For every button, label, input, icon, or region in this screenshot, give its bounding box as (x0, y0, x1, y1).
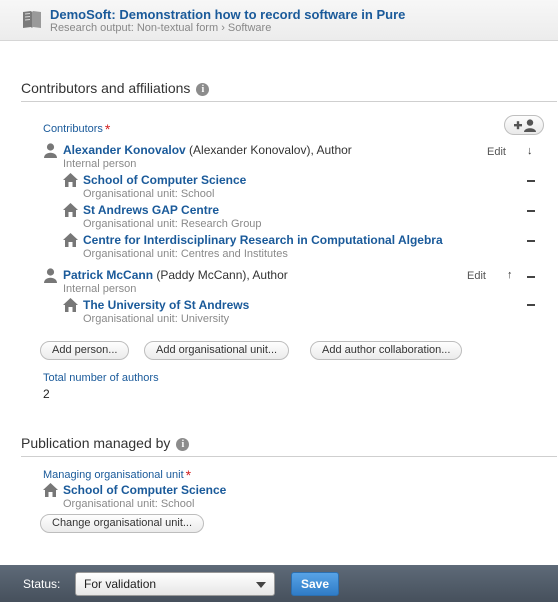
managing-unit-type: Organisational unit: School (63, 498, 195, 510)
unit-name-link[interactable]: St Andrews GAP Centre (83, 203, 219, 217)
remove-contributor-icon[interactable] (527, 276, 535, 278)
section-title-text: Contributors and affiliations (21, 80, 191, 96)
section-divider (21, 456, 557, 457)
total-authors-label: Total number of authors (43, 372, 159, 384)
house-icon (43, 483, 58, 497)
add-person-icon (514, 119, 536, 132)
contributor-type: Internal person (63, 158, 137, 170)
add-contributor-button[interactable] (504, 115, 544, 135)
contributor-type: Internal person (63, 283, 137, 295)
section-divider (21, 101, 557, 102)
page-header: DemoSoft: Demonstration how to record so… (0, 0, 558, 41)
unit-type: Organisational unit: Research Group (83, 218, 262, 230)
person-icon (44, 143, 57, 158)
contributor-row: Alexander Konovalov (Alexander Konovalov… (63, 143, 352, 157)
required-marker: * (185, 467, 192, 483)
chevron-down-icon (256, 582, 266, 588)
add-organisational-unit-button[interactable]: Add organisational unit... (144, 341, 290, 360)
affiliation-row: The University of St Andrews (83, 298, 249, 312)
contributor-row: Patrick McCann (Paddy McCann), Author (63, 268, 288, 282)
contributor-name-link[interactable]: Alexander Konovalov (63, 143, 186, 157)
status-footer: Status: For validation Save (0, 565, 558, 602)
move-up-icon[interactable]: ↑ (507, 269, 513, 281)
status-dropdown[interactable]: For validation (75, 572, 275, 596)
unit-name-link[interactable]: The University of St Andrews (83, 298, 249, 312)
unit-name-link[interactable]: School of Computer Science (83, 173, 246, 187)
section-title-managed: Publication managed by i (21, 435, 190, 451)
info-icon[interactable]: i (176, 438, 190, 451)
contributors-label-text: Contributors (43, 123, 103, 135)
required-marker: * (104, 121, 111, 137)
remove-unit-icon[interactable] (527, 180, 535, 182)
remove-unit-icon[interactable] (527, 210, 535, 212)
contributor-role: (Paddy McCann), Author (153, 268, 288, 282)
page-title[interactable]: DemoSoft: Demonstration how to record so… (50, 7, 405, 22)
house-icon (63, 233, 78, 247)
book-icon (23, 11, 41, 28)
managing-unit-link[interactable]: School of Computer Science (63, 483, 226, 497)
house-icon (63, 173, 78, 187)
status-selected-value: For validation (84, 577, 157, 591)
section-title-text: Publication managed by (21, 435, 171, 451)
affiliation-row: St Andrews GAP Centre (83, 203, 219, 217)
remove-unit-icon[interactable] (527, 304, 535, 306)
edit-contributor-link[interactable]: Edit (487, 146, 506, 158)
section-title-contributors: Contributors and affiliations i (21, 80, 210, 96)
unit-type: Organisational unit: School (83, 188, 215, 200)
status-label: Status: (23, 577, 61, 591)
managing-unit-label: Managing organisational unit * (43, 467, 191, 483)
unit-type: Organisational unit: University (83, 313, 230, 325)
contributor-name-link[interactable]: Patrick McCann (63, 268, 153, 282)
managing-unit-row: School of Computer Science (63, 483, 226, 497)
total-authors-value: 2 (43, 387, 50, 401)
house-icon (63, 298, 78, 312)
edit-contributor-link[interactable]: Edit (467, 270, 486, 282)
save-button[interactable]: Save (291, 572, 339, 596)
info-icon[interactable]: i (196, 83, 210, 96)
move-down-icon[interactable]: ↓ (527, 145, 533, 157)
unit-name-link[interactable]: Centre for Interdisciplinary Research in… (83, 233, 443, 247)
change-organisational-unit-button[interactable]: Change organisational unit... (40, 514, 205, 533)
contributor-role: (Alexander Konovalov), Author (185, 143, 352, 157)
affiliation-row: Centre for Interdisciplinary Research in… (83, 233, 443, 247)
affiliation-row: School of Computer Science (83, 173, 246, 187)
managing-unit-label-text: Managing organisational unit (43, 469, 184, 481)
add-author-collaboration-button[interactable]: Add author collaboration... (310, 341, 463, 360)
breadcrumb: Research output: Non-textual form › Soft… (50, 22, 272, 34)
person-icon (44, 268, 57, 283)
remove-unit-icon[interactable] (527, 240, 535, 242)
unit-type: Organisational unit: Centres and Institu… (83, 248, 288, 260)
add-person-button[interactable]: Add person... (40, 341, 130, 360)
contributors-label: Contributors * (43, 121, 110, 137)
house-icon (63, 203, 78, 217)
